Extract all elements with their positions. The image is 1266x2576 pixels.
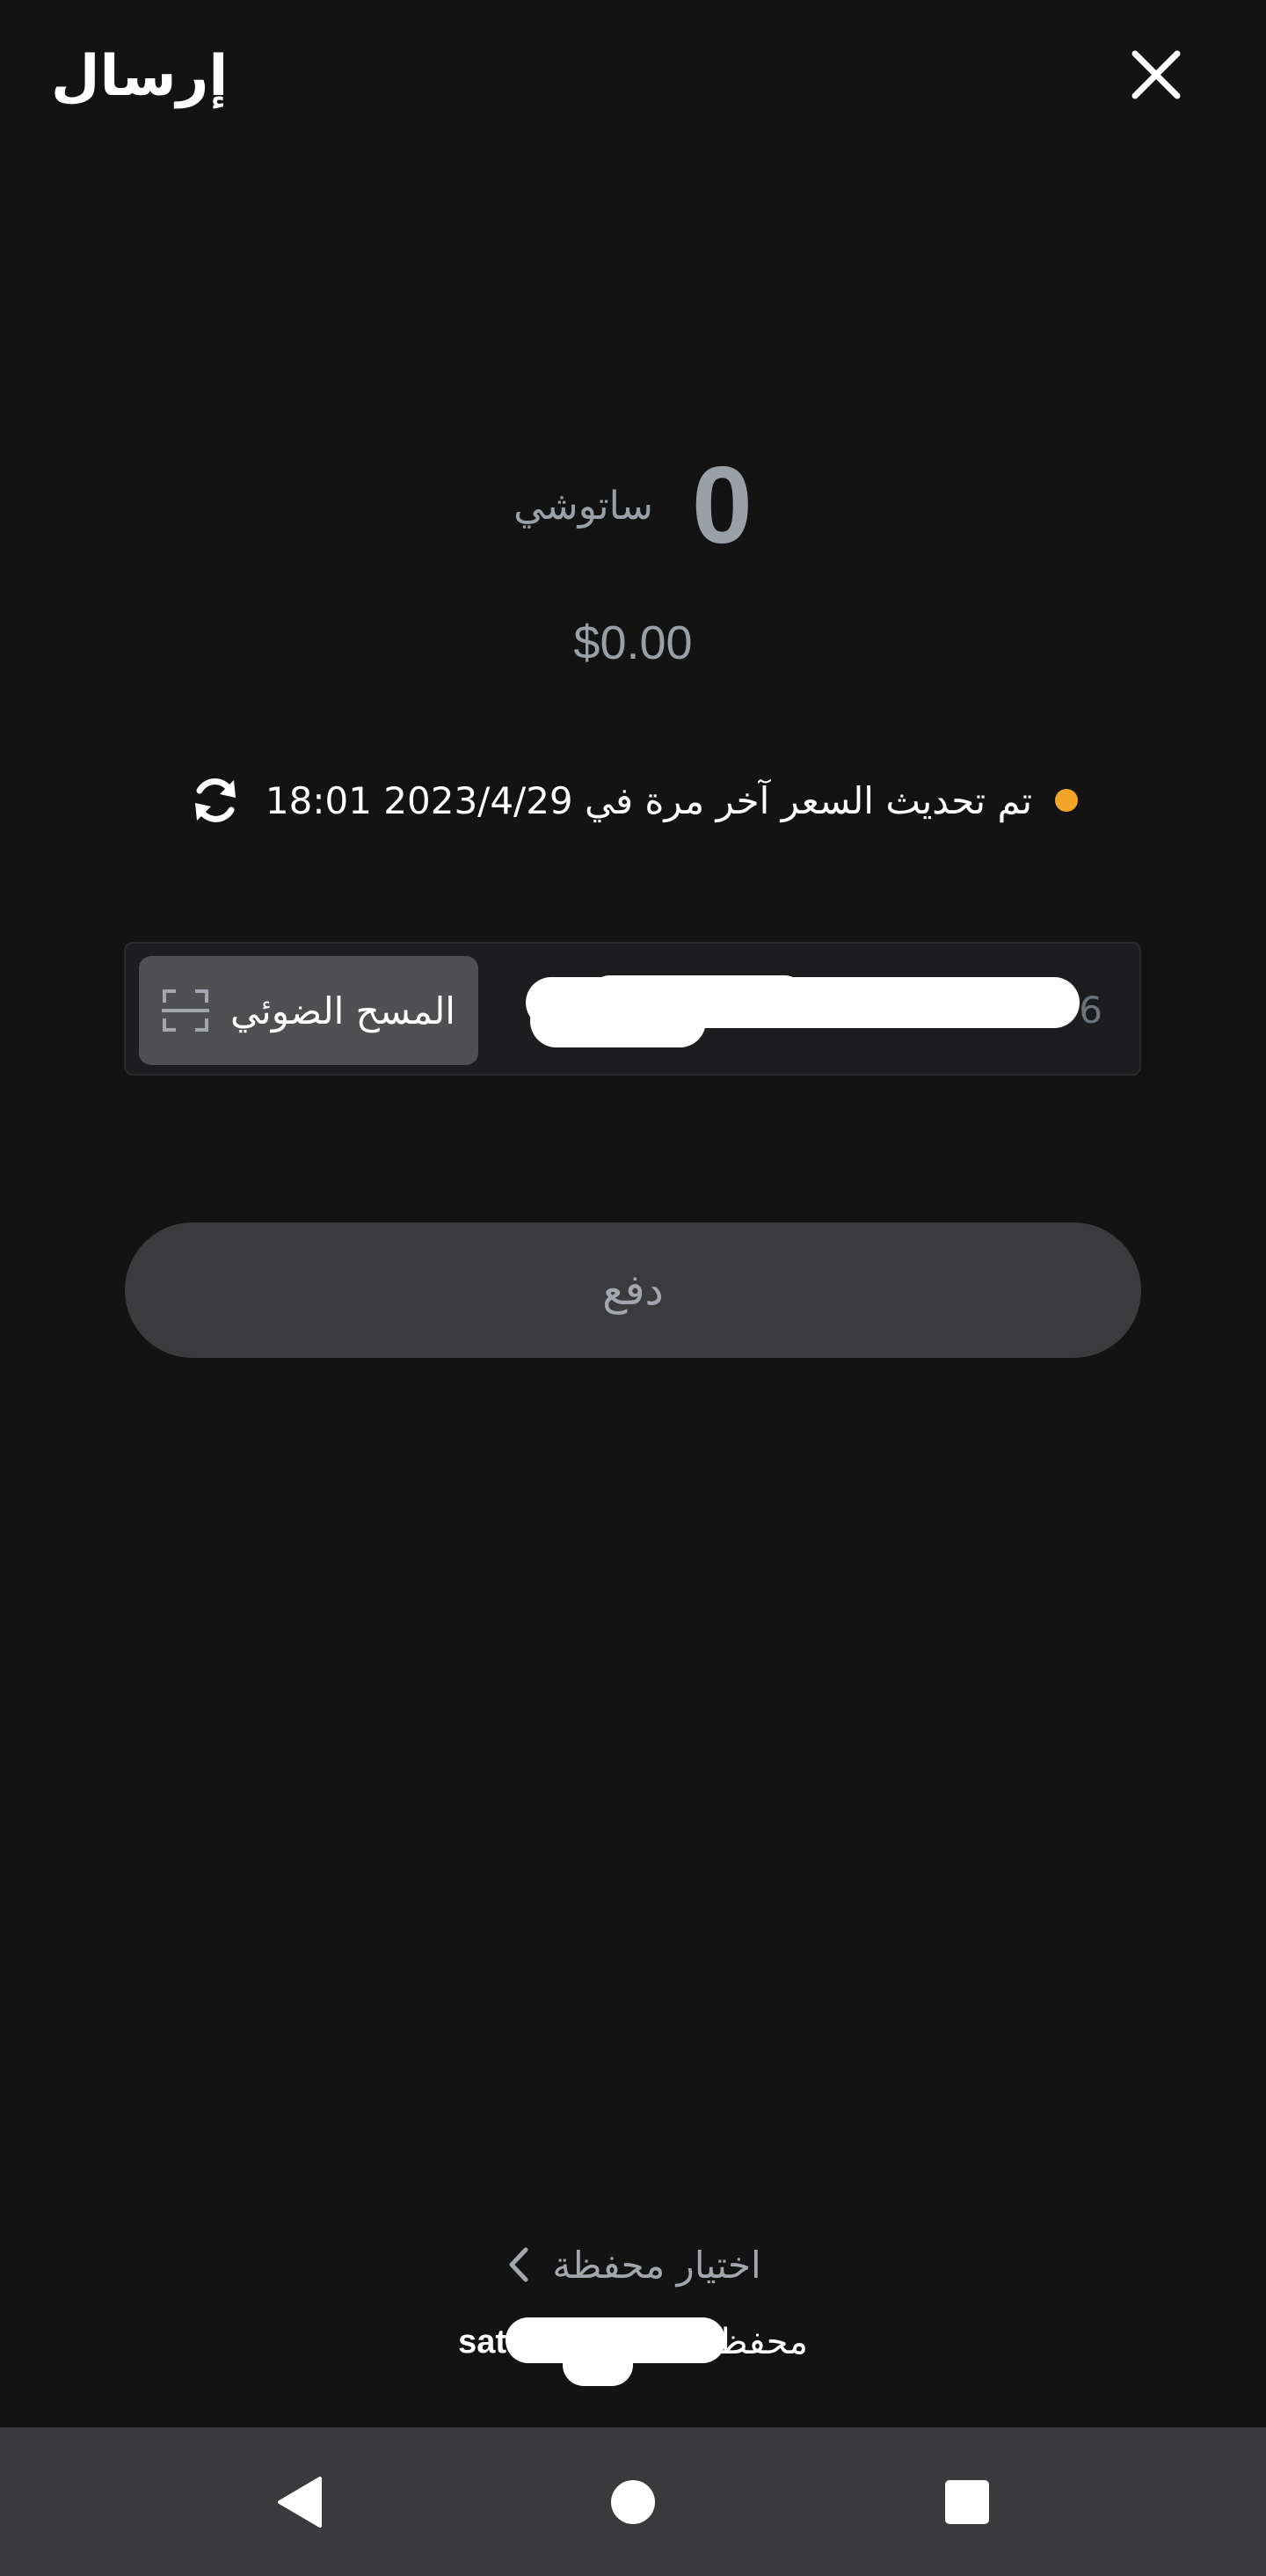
nav-home-button[interactable] — [598, 2467, 668, 2537]
scan-button[interactable]: المسح الضوئي — [139, 956, 478, 1065]
rate-status: تم تحديث السعر آخر مرة في 2023/4/29 18:0… — [0, 765, 1266, 836]
system-nav-bar — [0, 2427, 1266, 2576]
qr-scan-icon — [162, 989, 210, 1032]
refresh-icon — [194, 778, 236, 822]
fiat-amount: $0.00 — [573, 617, 693, 669]
rate-updated-text: تم تحديث السعر آخر مرة في 2023/4/29 18:0… — [265, 778, 1033, 822]
home-circle-icon — [611, 2479, 655, 2524]
pay-label: دفع — [602, 1266, 664, 1315]
nav-recents-button[interactable] — [932, 2467, 1002, 2537]
refresh-rate-button[interactable] — [188, 773, 243, 828]
send-screen: إرسال ساتوشي 0 $0.00 تم تحديث السعر آخر … — [0, 0, 1266, 2576]
recents-square-icon — [945, 2479, 989, 2524]
wallet-selector[interactable]: اختيار محفظة — [0, 2234, 1266, 2295]
redaction-mark — [592, 975, 803, 1011]
pay-button[interactable]: دفع — [125, 1222, 1141, 1358]
close-button[interactable] — [1117, 40, 1196, 110]
amount-display[interactable]: ساتوشي 0 — [0, 440, 1266, 572]
amount-unit: ساتوشي — [513, 483, 653, 529]
nav-back-button[interactable] — [264, 2467, 334, 2537]
chevron-left-icon — [509, 2247, 528, 2282]
address-input[interactable]: المسح الضوئي 6 — [124, 942, 1141, 1076]
close-icon — [1131, 50, 1181, 99]
back-triangle-icon — [278, 2476, 322, 2528]
wallet-select-label: اختيار محفظة — [552, 2243, 761, 2287]
amount-value: 0 — [691, 445, 753, 566]
status-dot — [1055, 789, 1079, 812]
scan-label: المسح الضوئي — [230, 989, 455, 1033]
redaction-mark — [563, 2344, 633, 2386]
page-title: إرسال — [51, 44, 229, 109]
